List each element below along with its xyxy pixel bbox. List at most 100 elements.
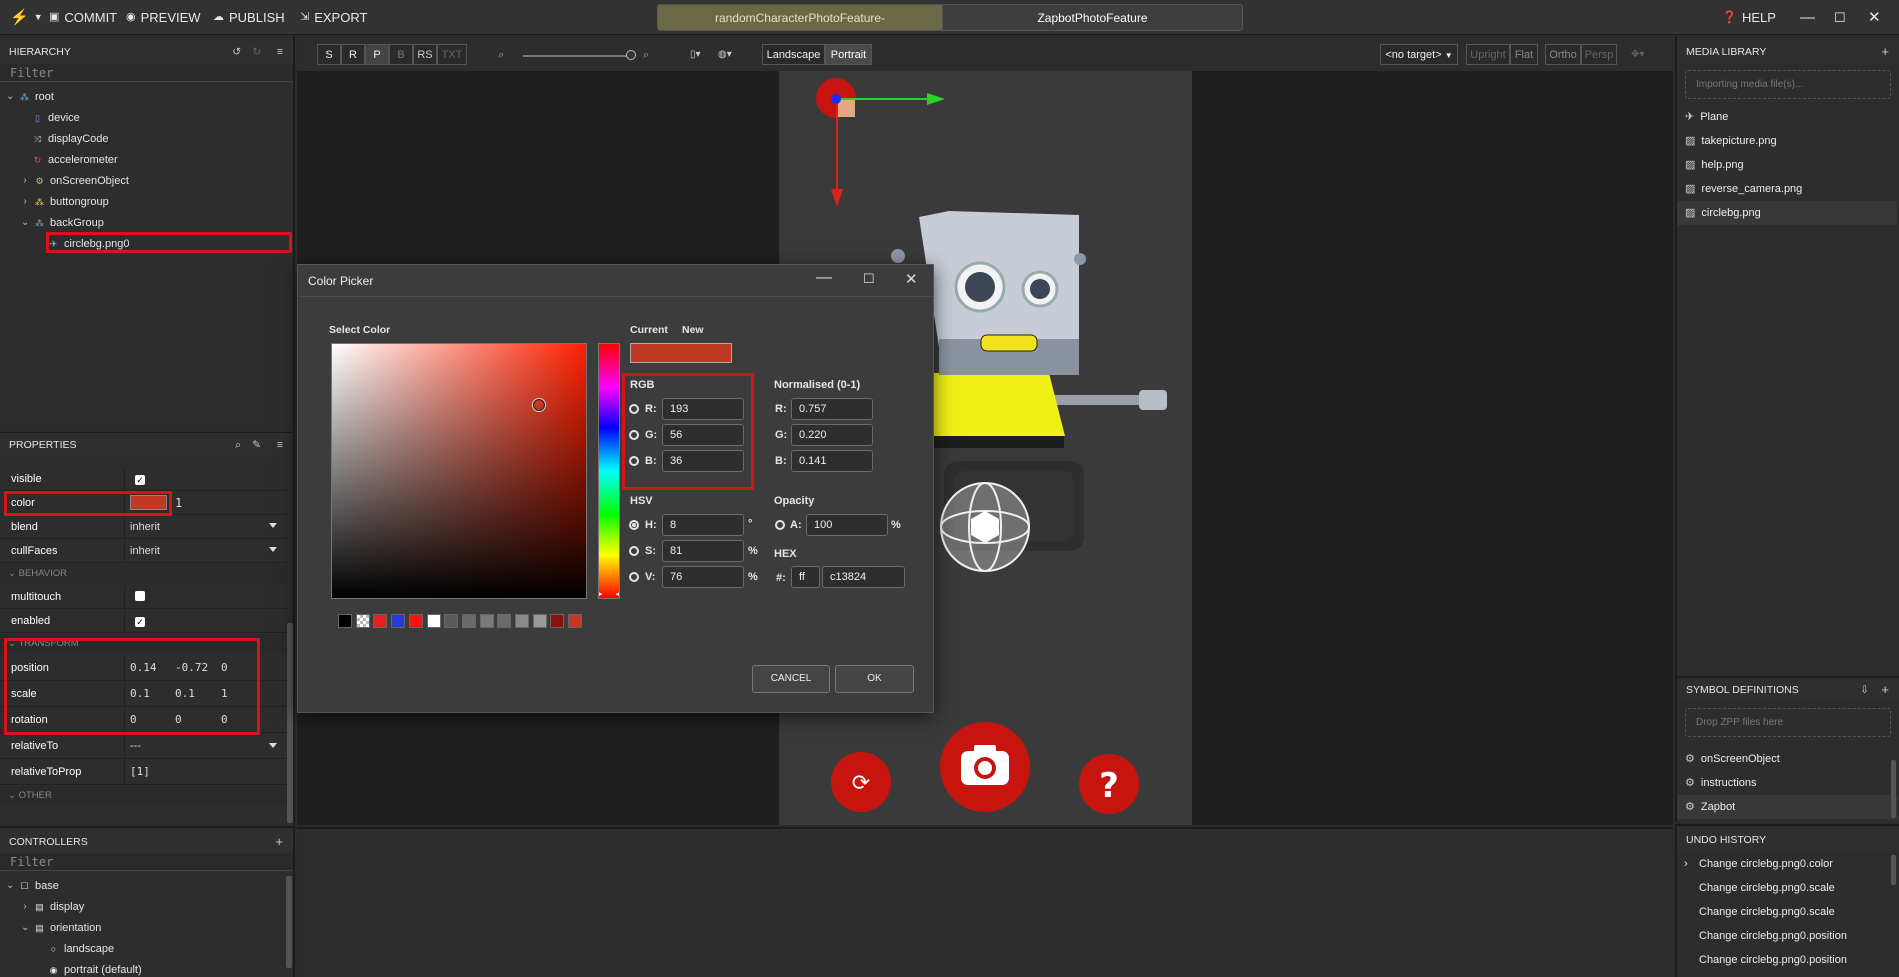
hex-alpha-input[interactable]: ff <box>791 566 820 588</box>
hue-slider[interactable] <box>598 343 620 599</box>
publish-button[interactable]: ☁ PUBLISH <box>213 0 285 35</box>
undo-item[interactable]: Change circlebg.png0.scale <box>1677 900 1887 924</box>
maximize-button[interactable]: ☐ <box>1834 0 1846 35</box>
landscape-button[interactable]: Landscape <box>762 44 825 65</box>
controller-display[interactable]: › ▤ display <box>21 897 84 917</box>
undo-scrollbar[interactable] <box>1891 855 1896 885</box>
zoom-slider-handle[interactable] <box>626 50 636 60</box>
s-radio[interactable] <box>629 546 639 556</box>
app-logo-menu[interactable]: ⚡ ▼ <box>10 0 43 35</box>
commit-button[interactable]: ▣ COMMIT <box>49 0 117 35</box>
r-radio[interactable] <box>629 404 639 414</box>
symbol-item-zapbot[interactable]: ⚙ Zapbot <box>1677 795 1897 819</box>
color-swatch-preset[interactable] <box>461 614 476 628</box>
zoom-in-icon[interactable]: ⌕ <box>643 49 649 62</box>
undo-icon[interactable]: ↺ <box>232 41 241 63</box>
position-x-field[interactable]: 0.14 <box>130 655 157 681</box>
relativetoprop-field[interactable]: [1] <box>125 759 287 784</box>
preview-button[interactable]: ◉ PREVIEW <box>126 0 201 35</box>
add-icon[interactable]: + <box>1881 679 1889 701</box>
target-select[interactable]: <no target> ▼ <box>1380 44 1458 65</box>
gizmo-options-icon[interactable]: ✥▾ <box>1631 49 1644 60</box>
controller-orientation[interactable]: ⌄ ▤ orientation <box>21 918 101 938</box>
cullfaces-select[interactable]: inherit <box>125 539 287 562</box>
mode-rs-button[interactable]: RS <box>413 44 437 65</box>
tree-item-buttongroup[interactable]: › ⁂ buttongroup <box>21 192 108 212</box>
chevron-down-icon[interactable]: ⌄ <box>21 918 29 938</box>
upright-button[interactable]: Upright <box>1466 44 1510 65</box>
tree-item-displaycode[interactable]: ⤨ displayCode <box>32 129 109 149</box>
undo-item[interactable]: Change circlebg.png0.position <box>1677 948 1887 972</box>
chevron-down-icon[interactable]: ⌄ <box>21 213 29 233</box>
relativeto-select[interactable]: --- <box>125 733 287 758</box>
gizmo-center[interactable] <box>831 94 841 104</box>
color-swatch-preset[interactable] <box>515 614 529 628</box>
media-import-status[interactable]: Importing media file(s)... <box>1685 70 1891 99</box>
tree-item-circlebg[interactable]: ✈ circlebg.png0 <box>48 234 130 254</box>
undo-item[interactable]: › Change circlebg.png0.color <box>1677 852 1887 876</box>
dialog-maximize-button[interactable]: ☐ <box>863 271 875 287</box>
color-swatch-preset[interactable] <box>355 614 370 628</box>
controllers-filter-input[interactable]: Filter <box>0 853 293 871</box>
tree-item-onscreenobject[interactable]: › ⚙ onScreenObject <box>21 171 129 191</box>
chevron-right-icon[interactable]: › <box>21 897 29 917</box>
color-swatch-preset[interactable] <box>444 614 459 628</box>
symbol-scrollbar[interactable] <box>1891 760 1896 818</box>
chevron-down-icon[interactable]: ⌄ <box>6 876 14 896</box>
multitouch-checkbox[interactable] <box>135 591 145 601</box>
menu-icon[interactable]: ≡ <box>277 433 283 457</box>
hex-input[interactable]: c13824 <box>822 566 905 588</box>
undo-item[interactable]: Change circlebg.png0.scale <box>1677 876 1887 900</box>
tree-item-backgroup[interactable]: ⌄ ⁂ backGroup <box>21 213 104 233</box>
mode-p-button[interactable]: P <box>365 44 389 65</box>
properties-scrollbar[interactable] <box>287 623 293 823</box>
close-button[interactable]: ✕ <box>1868 0 1881 35</box>
nr-input[interactable]: 0.757 <box>791 398 873 420</box>
color-swatch-preset[interactable] <box>550 614 565 628</box>
v-input[interactable]: 76 <box>662 566 744 588</box>
persp-button[interactable]: Persp <box>1581 44 1617 65</box>
chevron-down-icon[interactable]: ⌄ <box>6 87 14 107</box>
controller-landscape[interactable]: ○ landscape <box>48 939 114 959</box>
nb-input[interactable]: 0.141 <box>791 450 873 472</box>
mode-s-button[interactable]: S <box>317 44 341 65</box>
color-swatch[interactable] <box>130 495 167 510</box>
add-icon[interactable]: + <box>1881 41 1889 63</box>
color-alpha-field[interactable]: 1 <box>175 496 182 510</box>
tree-item-root[interactable]: ⌄ ⁂ root <box>6 87 54 107</box>
export-button[interactable]: ⇲ EXPORT <box>300 0 367 35</box>
ortho-button[interactable]: Ortho <box>1545 44 1581 65</box>
sv-picker-handle[interactable] <box>533 399 545 411</box>
g-input[interactable]: 56 <box>662 424 744 446</box>
add-icon[interactable]: + <box>275 831 283 853</box>
media-item-circlebg[interactable]: ▨ circlebg.png <box>1677 201 1897 225</box>
enabled-checkbox[interactable]: ✓ <box>135 617 145 627</box>
tab-zapbot[interactable]: ZapbotPhotoFeature <box>942 4 1243 31</box>
download-icon[interactable]: ⇩ <box>1860 679 1869 701</box>
scale-y-field[interactable]: 0.1 <box>175 681 195 707</box>
edit-icon[interactable]: ✎ <box>252 433 261 457</box>
saturation-value-area[interactable] <box>331 343 587 599</box>
help-button[interactable]: ❓ HELP <box>1722 0 1776 35</box>
tree-item-accelerometer[interactable]: ↻ accelerometer <box>32 150 118 170</box>
a-radio[interactable] <box>775 520 785 530</box>
hierarchy-filter-input[interactable]: Filter <box>0 64 293 82</box>
b-radio[interactable] <box>629 456 639 466</box>
zoom-slider[interactable] <box>523 55 633 57</box>
minimize-button[interactable]: — <box>1800 0 1815 35</box>
position-y-field[interactable]: -0.72 <box>175 655 217 681</box>
color-swatch-preset[interactable] <box>373 614 388 628</box>
media-item-help[interactable]: ▨ help.png <box>1677 153 1897 177</box>
tree-item-device[interactable]: ▯ device <box>32 108 80 128</box>
mode-r-button[interactable]: R <box>341 44 365 65</box>
position-z-field[interactable]: 0 <box>221 655 228 681</box>
color-swatch-preset[interactable] <box>568 614 583 628</box>
redo-icon[interactable]: ↻ <box>252 41 261 63</box>
ok-button[interactable]: OK <box>835 665 914 693</box>
v-radio[interactable] <box>629 572 639 582</box>
b-input[interactable]: 36 <box>662 450 744 472</box>
menu-icon[interactable]: ≡ <box>277 41 283 63</box>
controllers-scrollbar[interactable] <box>286 876 292 968</box>
gizmo-x-arrow[interactable] <box>927 93 945 105</box>
rotation-y-field[interactable]: 0 <box>175 707 182 733</box>
